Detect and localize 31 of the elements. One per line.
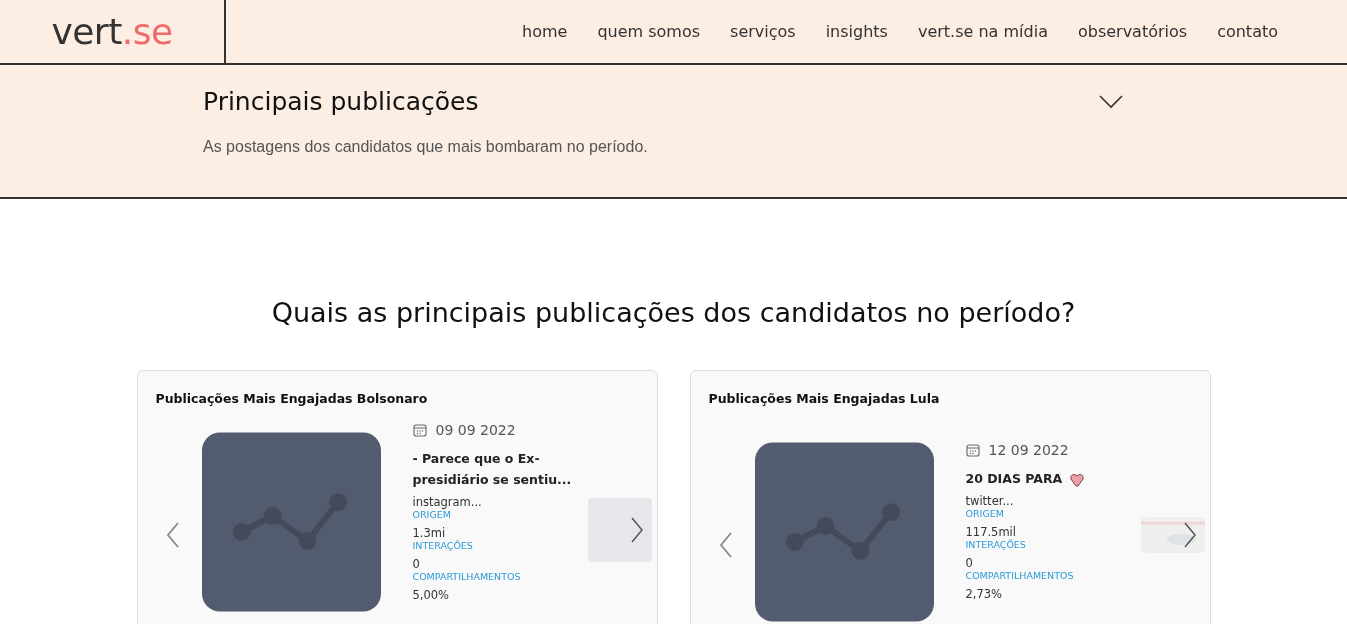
- stat-label: ORIGEM: [965, 508, 1005, 520]
- nav-link[interactable]: observatórios: [1077, 22, 1188, 41]
- stat-value: 2,73%: [965, 587, 1004, 601]
- stat-label: INTERAÇÕES: [412, 540, 474, 552]
- card-title: Publicações Mais Engajadas Lula: [708, 391, 941, 406]
- nav-link[interactable]: contato: [1217, 22, 1278, 41]
- nav-link[interactable]: serviços: [730, 22, 796, 41]
- post-date: 12 09 2022: [988, 442, 1069, 458]
- post-title: 20 DIAS PARA: [965, 470, 1063, 488]
- stat-value: 5,00%: [412, 588, 451, 602]
- stat-value: instagram...: [412, 495, 483, 509]
- stat-label: ORIGEM: [412, 509, 452, 521]
- post-title: - Parece que o Ex-presidiário se sentiu...: [412, 450, 573, 489]
- nav-link[interactable]: insights: [825, 22, 888, 41]
- logo[interactable]: vert.se: [51, 13, 173, 50]
- stat-label: COMPARTILHAMENTOS: [412, 571, 522, 583]
- stat-value: 0: [965, 556, 974, 570]
- stat-value: 117.5mil: [965, 525, 1017, 539]
- nav-link[interactable]: vert.se na mídia: [917, 22, 1048, 41]
- nav-link[interactable]: quem somos: [597, 22, 701, 41]
- accordion-description: As postagens dos candidatos que mais bombaram no período.: [203, 138, 649, 156]
- accordion-title[interactable]: Principais publicações: [203, 87, 479, 116]
- stat-label: INTERAÇÕES: [965, 539, 1027, 551]
- nav-link[interactable]: home: [522, 22, 568, 41]
- stat-value: 0: [412, 557, 421, 571]
- stat-value: twitter...: [965, 494, 1015, 508]
- stat-label: COMPARTILHAMENTOS: [965, 570, 1075, 582]
- stat-value: 1.3mi: [412, 526, 447, 540]
- card-title: Publicações Mais Engajadas Bolsonaro: [155, 391, 429, 406]
- post-date: 09 09 2022: [435, 422, 516, 438]
- section-heading: Quais as principais publicações dos candidatos no período?: [270, 297, 1077, 328]
